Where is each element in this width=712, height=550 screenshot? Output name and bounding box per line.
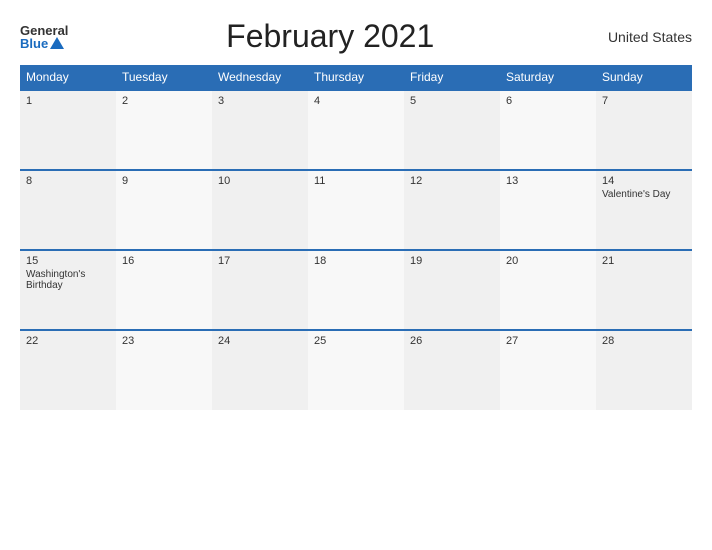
day-cell-16: 16: [116, 250, 212, 330]
day-number: 16: [122, 255, 206, 267]
calendar-body: 1234567891011121314Valentine's Day15Wash…: [20, 90, 692, 410]
day-cell-18: 18: [308, 250, 404, 330]
page: General Blue February 2021 United States…: [0, 0, 712, 550]
day-number: 7: [602, 95, 686, 107]
day-number: 24: [218, 335, 302, 347]
week-row-3: 15 Washington's Birthday 16 17 18 19 20 21: [20, 250, 692, 330]
days-of-week-row: MondayTuesdayWednesdayThursdayFridaySatu…: [20, 65, 692, 90]
day-number: 2: [122, 95, 206, 107]
day-cell-24: 24: [212, 330, 308, 410]
day-cell-21: 21: [596, 250, 692, 330]
day-header-sunday: Sunday: [596, 65, 692, 90]
holiday-label: Washington's Birthday: [26, 269, 110, 291]
day-number: 10: [218, 175, 302, 187]
day-header-monday: Monday: [20, 65, 116, 90]
day-cell-11: 11: [308, 170, 404, 250]
day-number: 20: [506, 255, 590, 267]
logo-blue-text: Blue: [20, 37, 48, 50]
day-number: 12: [410, 175, 494, 187]
day-cell-20: 20: [500, 250, 596, 330]
day-cell-6: 6: [500, 90, 596, 170]
day-number: 13: [506, 175, 590, 187]
day-number: 5: [410, 95, 494, 107]
day-number: 27: [506, 335, 590, 347]
day-number: 21: [602, 255, 686, 267]
logo-general-text: General: [20, 24, 68, 37]
day-number: 22: [26, 335, 110, 347]
day-cell-26: 26: [404, 330, 500, 410]
header: General Blue February 2021 United States: [20, 18, 692, 55]
day-cell-14: 14 Valentine's Day: [596, 170, 692, 250]
country-label: United States: [592, 29, 692, 45]
day-number: 14: [602, 175, 686, 187]
day-number: 23: [122, 335, 206, 347]
day-cell-19: 19: [404, 250, 500, 330]
logo: General Blue: [20, 24, 68, 50]
week-row-1: 1234567: [20, 90, 692, 170]
day-number: 8: [26, 175, 110, 187]
day-header-wednesday: Wednesday: [212, 65, 308, 90]
day-number: 26: [410, 335, 494, 347]
day-number: 11: [314, 175, 398, 187]
day-cell-7: 7: [596, 90, 692, 170]
day-number: 1: [26, 95, 110, 107]
logo-triangle-icon: [50, 37, 64, 49]
week-row-4: 22 23 24 25 26 27 28: [20, 330, 692, 410]
day-cell-25: 25: [308, 330, 404, 410]
calendar-title: February 2021: [68, 18, 592, 55]
day-cell-10: 10: [212, 170, 308, 250]
day-cell-12: 12: [404, 170, 500, 250]
day-cell-2: 2: [116, 90, 212, 170]
day-number: 4: [314, 95, 398, 107]
day-cell-17: 17: [212, 250, 308, 330]
calendar-header: MondayTuesdayWednesdayThursdayFridaySatu…: [20, 65, 692, 90]
day-header-tuesday: Tuesday: [116, 65, 212, 90]
day-header-friday: Friday: [404, 65, 500, 90]
day-cell-23: 23: [116, 330, 212, 410]
day-cell-13: 13: [500, 170, 596, 250]
day-header-saturday: Saturday: [500, 65, 596, 90]
day-cell-15: 15 Washington's Birthday: [20, 250, 116, 330]
day-number: 9: [122, 175, 206, 187]
day-cell-8: 8: [20, 170, 116, 250]
day-number: 25: [314, 335, 398, 347]
day-number: 15: [26, 255, 110, 267]
day-cell-27: 27: [500, 330, 596, 410]
day-cell-28: 28: [596, 330, 692, 410]
day-cell-9: 9: [116, 170, 212, 250]
day-number: 6: [506, 95, 590, 107]
day-header-thursday: Thursday: [308, 65, 404, 90]
day-cell-1: 1: [20, 90, 116, 170]
day-number: 18: [314, 255, 398, 267]
day-number: 28: [602, 335, 686, 347]
day-cell-3: 3: [212, 90, 308, 170]
calendar-table: MondayTuesdayWednesdayThursdayFridaySatu…: [20, 65, 692, 410]
day-number: 3: [218, 95, 302, 107]
week-row-2: 89 10 11 12 13 14 Valentine's Day: [20, 170, 692, 250]
day-number: 17: [218, 255, 302, 267]
day-cell-5: 5: [404, 90, 500, 170]
day-cell-22: 22: [20, 330, 116, 410]
day-number: 19: [410, 255, 494, 267]
day-cell-4: 4: [308, 90, 404, 170]
holiday-label: Valentine's Day: [602, 189, 686, 200]
